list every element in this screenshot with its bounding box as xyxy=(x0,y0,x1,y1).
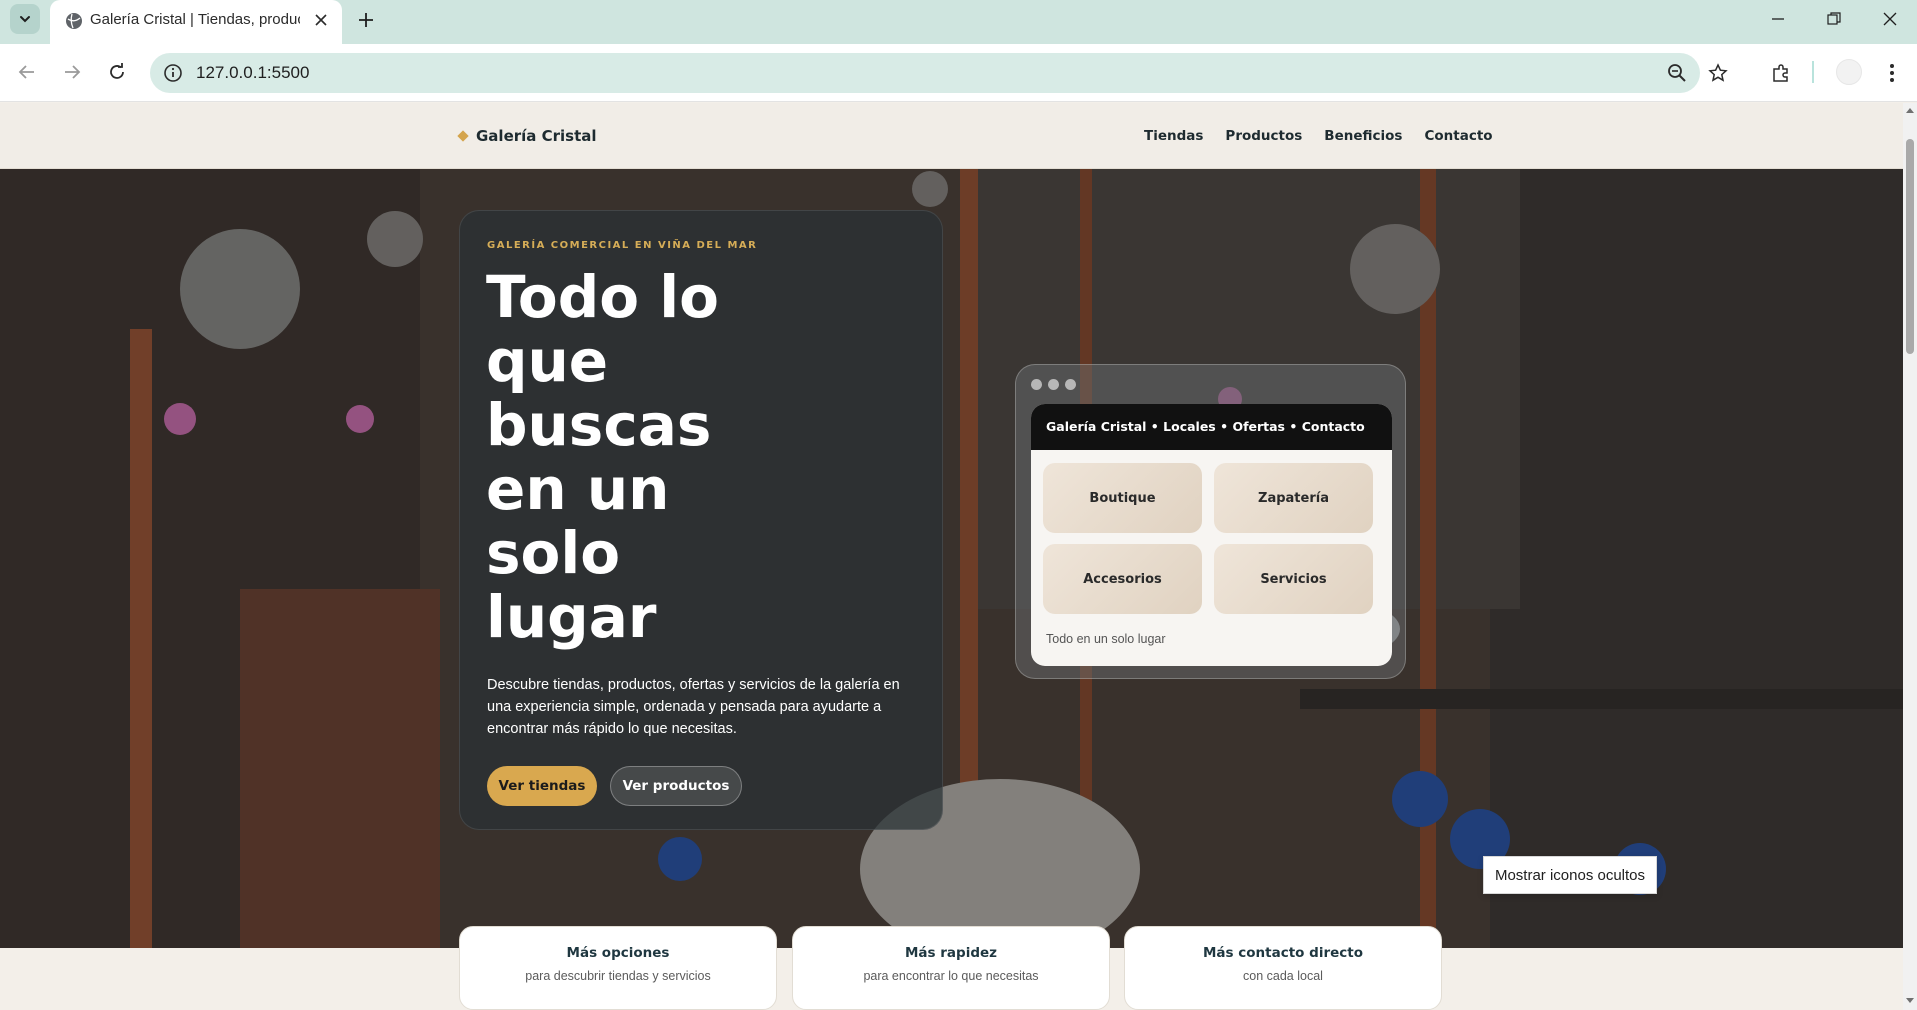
tab-title: Galería Cristal | Tiendas, produc xyxy=(90,11,300,28)
browser-menu-button[interactable] xyxy=(1878,59,1906,87)
chevron-down-icon xyxy=(20,16,30,23)
feature-subtitle: con cada local xyxy=(1243,969,1323,983)
arrow-left-icon xyxy=(18,65,34,79)
hero-description: Descubre tiendas, productos, ofertas y s… xyxy=(487,677,900,737)
close-icon xyxy=(1883,12,1897,26)
category-tile-boutique[interactable]: Boutique xyxy=(1043,463,1202,533)
feature-title: Más rapidez xyxy=(904,945,997,961)
brand-logo[interactable]: Galería Cristal xyxy=(457,103,597,169)
close-icon[interactable] xyxy=(310,9,332,31)
category-tile-accesorios[interactable]: Accesorios xyxy=(1043,544,1202,614)
globe-icon xyxy=(66,13,82,29)
toolbar-divider xyxy=(1812,61,1814,83)
nav-link-beneficios[interactable]: Beneficios xyxy=(1324,128,1402,144)
feature-title: Más contacto directo xyxy=(1203,945,1363,961)
browser-tab-active[interactable]: Galería Cristal | Tiendas, produc xyxy=(50,0,342,44)
ver-tiendas-button[interactable]: Ver tiendas xyxy=(487,766,597,806)
mockup-navbar-text: Galería Cristal • Locales • Ofertas • Co… xyxy=(1046,419,1365,434)
ver-productos-button[interactable]: Ver productos xyxy=(610,766,742,806)
feature-subtitle: para encontrar lo que necesitas xyxy=(863,969,1039,983)
minimize-button[interactable] xyxy=(1750,0,1806,38)
reload-icon xyxy=(110,63,124,79)
minimize-icon xyxy=(1772,18,1784,20)
category-tile-zapateria[interactable]: Zapatería xyxy=(1214,463,1373,533)
url-text[interactable]: 127.0.0.1:5500 xyxy=(196,53,309,93)
category-tile-servicios[interactable]: Servicios xyxy=(1214,544,1373,614)
address-bar[interactable]: 127.0.0.1:5500 xyxy=(150,53,1700,93)
tab-search-button[interactable] xyxy=(10,4,40,34)
extensions-button[interactable] xyxy=(1767,59,1795,87)
hero-card: GALERÍA COMERCIAL EN VIÑA DEL MAR Todo l… xyxy=(459,210,943,830)
feature-card-contacto: Más contacto directo con cada local xyxy=(1124,926,1442,1010)
mockup-navbar: Galería Cristal • Locales • Ofertas • Co… xyxy=(1031,404,1392,450)
reload-button[interactable] xyxy=(101,56,133,88)
page-scrollbar[interactable] xyxy=(1903,103,1917,1010)
scroll-down-icon[interactable] xyxy=(1906,996,1914,1004)
feature-card-rapidez: Más rapidez para encontrar lo que necesi… xyxy=(792,926,1110,1010)
browser-tab-bar: Galería Cristal | Tiendas, produc xyxy=(0,0,1917,44)
hidden-icons-tooltip: Mostrar iconos ocultos xyxy=(1483,856,1657,894)
feature-card-opciones: Más opciones para descubrir tiendas y se… xyxy=(459,926,777,1010)
back-button[interactable] xyxy=(11,56,43,88)
brand-name: Galería Cristal xyxy=(476,127,597,145)
hero-eyebrow: GALERÍA COMERCIAL EN VIÑA DEL MAR xyxy=(487,240,758,251)
browser-toolbar: 127.0.0.1:5500 xyxy=(0,44,1917,102)
scroll-up-icon[interactable] xyxy=(1906,107,1914,115)
info-icon[interactable] xyxy=(162,62,184,84)
kebab-menu-icon xyxy=(1890,64,1894,82)
restore-button[interactable] xyxy=(1806,0,1862,38)
arrow-right-icon xyxy=(65,65,81,79)
site-header: Galería Cristal Tiendas Productos Benefi… xyxy=(0,103,1903,169)
scrollbar-thumb[interactable] xyxy=(1906,139,1914,354)
window-dot-icon xyxy=(1065,379,1076,390)
nav-link-productos[interactable]: Productos xyxy=(1225,128,1302,144)
window-dot-icon xyxy=(1031,379,1042,390)
star-icon xyxy=(1708,63,1728,82)
forward-button[interactable] xyxy=(56,56,88,88)
bookmark-star-button[interactable] xyxy=(1704,59,1732,87)
feature-title: Más opciones xyxy=(566,945,670,961)
plus-icon xyxy=(359,13,373,27)
nav-link-contacto[interactable]: Contacto xyxy=(1424,128,1492,144)
hero-dim-overlay xyxy=(0,169,1903,948)
profile-avatar[interactable] xyxy=(1836,59,1862,85)
close-window-button[interactable] xyxy=(1862,0,1917,38)
window-dot-icon xyxy=(1048,379,1059,390)
hero-title: Todo lo que buscas en un solo lugar xyxy=(486,263,719,651)
nav-link-tiendas[interactable]: Tiendas xyxy=(1144,128,1203,144)
mockup-window: Galería Cristal • Locales • Ofertas • Co… xyxy=(1015,364,1406,679)
feature-subtitle: para descubrir tiendas y servicios xyxy=(525,969,711,983)
mockup-screen: Galería Cristal • Locales • Ofertas • Co… xyxy=(1031,404,1392,666)
restore-icon xyxy=(1827,12,1841,25)
main-nav: Tiendas Productos Beneficios Contacto xyxy=(1144,103,1493,169)
zoom-icon[interactable] xyxy=(1666,62,1688,84)
puzzle-icon xyxy=(1773,64,1788,82)
hero-section: GALERÍA COMERCIAL EN VIÑA DEL MAR Todo l… xyxy=(0,169,1903,948)
diamond-icon xyxy=(457,130,469,142)
mockup-footer-text: Todo en un solo lugar xyxy=(1046,632,1166,646)
new-tab-button[interactable] xyxy=(352,6,380,34)
